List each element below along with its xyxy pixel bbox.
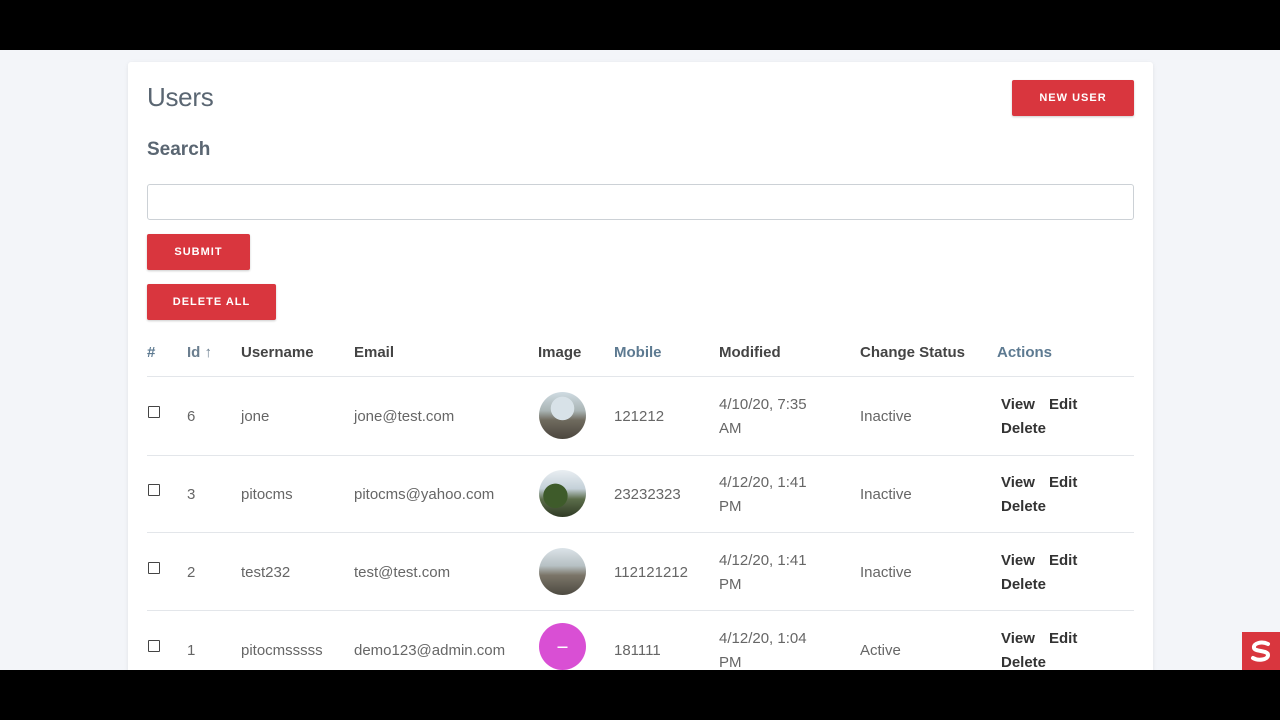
delete-link[interactable]: Delete xyxy=(1001,498,1046,515)
avatar-logo-mark: ▬▬ xyxy=(557,643,568,650)
row-checkbox[interactable] xyxy=(148,640,160,652)
new-user-button[interactable]: NEW USER xyxy=(1012,80,1134,116)
row-status[interactable]: Active xyxy=(860,642,901,659)
header-image: Image xyxy=(538,344,582,361)
page-title: Users xyxy=(147,82,214,112)
view-link[interactable]: View xyxy=(1001,552,1035,569)
row-checkbox[interactable] xyxy=(148,562,160,574)
row-username: test232 xyxy=(241,564,291,581)
edit-link[interactable]: Edit xyxy=(1049,474,1077,491)
user-avatar xyxy=(539,392,586,439)
edit-link[interactable]: Edit xyxy=(1049,630,1077,647)
header-modified[interactable]: Modified xyxy=(719,344,781,361)
search-input[interactable] xyxy=(147,184,1134,220)
row-id: 3 xyxy=(187,486,196,503)
view-link[interactable]: View xyxy=(1001,630,1035,647)
user-avatar xyxy=(539,548,586,595)
header-mobile[interactable]: Mobile xyxy=(614,344,662,361)
user-avatar xyxy=(539,470,586,517)
table-row: 1 pitocmsssss demo123@admin.com ▬▬ 18111… xyxy=(128,611,1153,670)
header-actions: Actions xyxy=(997,344,1053,361)
row-checkbox[interactable] xyxy=(148,406,160,418)
user-avatar: ▬▬ xyxy=(539,623,586,670)
row-modified-time: PM xyxy=(719,576,742,593)
search-label: Search xyxy=(147,139,211,160)
users-card: Users NEW USER Search SUBMIT DELETE ALL … xyxy=(128,62,1153,670)
row-id: 2 xyxy=(187,564,196,581)
row-mobile: 181111 xyxy=(614,642,661,659)
row-checkbox[interactable] xyxy=(148,484,160,496)
header-username[interactable]: Username xyxy=(241,344,314,361)
delete-link[interactable]: Delete xyxy=(1001,654,1046,670)
view-link[interactable]: View xyxy=(1001,474,1035,491)
brand-s-icon[interactable] xyxy=(1242,632,1280,670)
letterbox-bottom xyxy=(0,670,1280,720)
header-change-status[interactable]: Change Status xyxy=(860,344,965,361)
delete-all-button[interactable]: DELETE ALL xyxy=(147,284,276,320)
row-modified-date: 4/10/20, 7:35 xyxy=(719,396,807,413)
row-modified-date: 4/12/20, 1:41 xyxy=(719,552,807,569)
row-modified-time: AM xyxy=(719,420,742,437)
row-modified-time: PM xyxy=(719,654,742,670)
delete-link[interactable]: Delete xyxy=(1001,576,1046,593)
view-link[interactable]: View xyxy=(1001,396,1035,413)
row-id: 1 xyxy=(187,642,196,659)
header-id[interactable]: Id ↑ xyxy=(187,344,212,361)
row-modified-time: PM xyxy=(719,498,742,515)
row-modified-date: 4/12/20, 1:41 xyxy=(719,474,807,491)
row-status[interactable]: Inactive xyxy=(860,408,912,425)
row-mobile: 23232323 xyxy=(614,486,681,503)
row-status[interactable]: Inactive xyxy=(860,564,912,581)
delete-link[interactable]: Delete xyxy=(1001,420,1046,437)
row-status[interactable]: Inactive xyxy=(860,486,912,503)
submit-button[interactable]: SUBMIT xyxy=(147,234,250,270)
row-email: jone@test.com xyxy=(354,408,455,425)
table-row: 2 test232 test@test.com 112121212 4/12/2… xyxy=(128,533,1153,611)
row-email: demo123@admin.com xyxy=(354,642,506,659)
row-username: pitocmsssss xyxy=(241,642,323,659)
row-email: test@test.com xyxy=(354,564,451,581)
row-username: jone xyxy=(241,408,270,425)
edit-link[interactable]: Edit xyxy=(1049,552,1077,569)
header-email[interactable]: Email xyxy=(354,344,394,361)
row-modified-date: 4/12/20, 1:04 xyxy=(719,630,807,647)
brand-s-icon-glyph xyxy=(1251,640,1271,662)
edit-link[interactable]: Edit xyxy=(1049,396,1077,413)
row-id: 6 xyxy=(187,408,196,425)
row-mobile: 121212 xyxy=(614,408,665,425)
row-mobile: 112121212 xyxy=(614,564,688,581)
row-username: pitocms xyxy=(241,486,293,503)
letterbox-top xyxy=(0,0,1280,50)
header-hash[interactable]: # xyxy=(147,344,155,361)
table-row: 3 pitocms pitocms@yahoo.com 23232323 4/1… xyxy=(128,455,1153,533)
row-email: pitocms@yahoo.com xyxy=(354,486,495,503)
page-viewport: Users NEW USER Search SUBMIT DELETE ALL … xyxy=(0,50,1280,670)
table-row: 6 jone jone@test.com 121212 4/10/20, 7:3… xyxy=(128,377,1153,455)
